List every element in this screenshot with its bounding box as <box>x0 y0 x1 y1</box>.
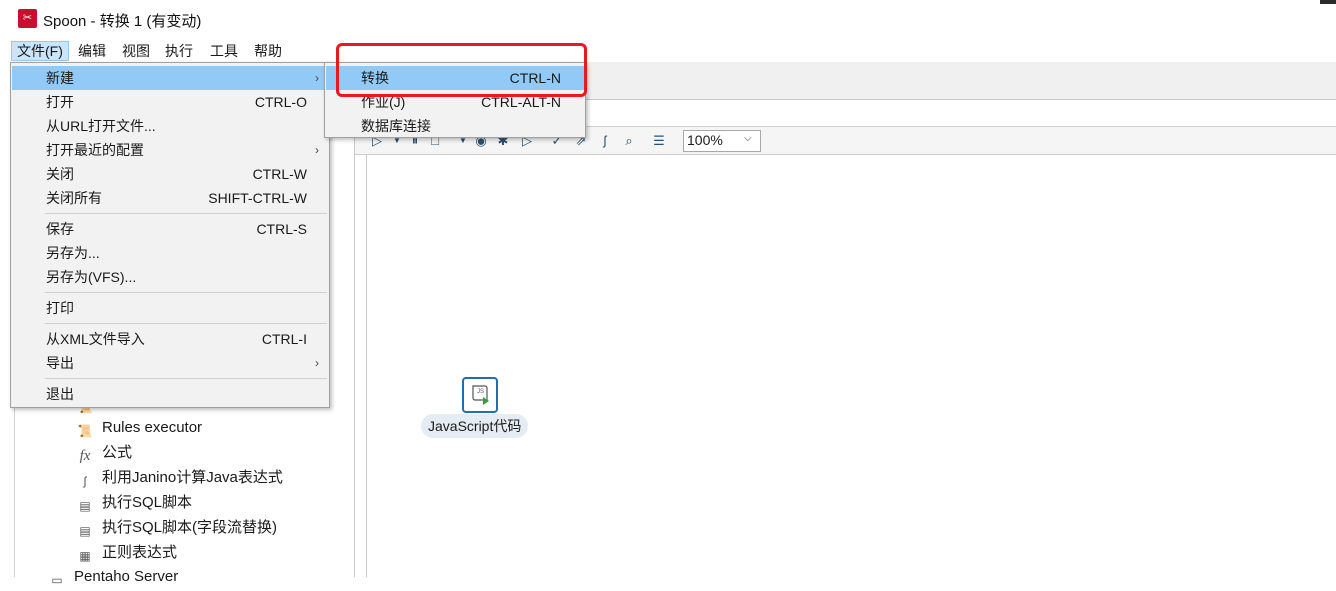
menu-item-save-as-vfs[interactable]: 另存为(VFS)... <box>12 265 329 289</box>
menu-item-exit[interactable]: 退出 <box>12 382 329 406</box>
menu-item-close-all[interactable]: 关闭所有 SHIFT-CTRL-W <box>12 186 329 210</box>
regex-icon: ▦ <box>79 549 91 563</box>
tree-item[interactable]: fx 公式 <box>76 442 132 464</box>
sql-icon[interactable]: ʃ <box>597 133 613 149</box>
menu-item-close[interactable]: 关闭 CTRL-W <box>12 162 329 186</box>
tree-folder[interactable]: ▭ Pentaho Server <box>48 566 178 588</box>
menu-item-import-xml[interactable]: 从XML文件导入 CTRL-I <box>12 327 329 351</box>
menu-item-open[interactable]: 打开 CTRL-O <box>12 90 329 114</box>
fx-icon: fx <box>79 448 91 464</box>
background-window-edge <box>1320 0 1336 4</box>
panel-divider[interactable] <box>354 127 355 577</box>
menu-item-print[interactable]: 打印 <box>12 296 329 320</box>
menu-bar: 文件(F) 编辑 视图 执行 工具 帮助 <box>0 38 1336 62</box>
folder-icon: ▭ <box>51 573 63 587</box>
menu-separator <box>45 378 327 379</box>
sql-script-icon: ▤ <box>79 524 91 538</box>
menu-item-new-db-connection[interactable]: 数据库连接 <box>326 114 585 138</box>
menu-tools[interactable]: 工具 <box>205 41 243 61</box>
menu-help[interactable]: 帮助 <box>249 41 287 61</box>
menu-item-open-url[interactable]: 从URL打开文件... <box>12 114 329 138</box>
menu-separator <box>45 213 327 214</box>
menu-view[interactable]: 视图 <box>117 41 155 61</box>
chevron-right-icon: › <box>315 71 319 85</box>
java-icon: ʃ <box>83 474 87 488</box>
chevron-down-icon[interactable]: ⌵ <box>744 133 752 144</box>
rules-icon: 📜 <box>77 424 93 438</box>
chevron-right-icon: › <box>315 143 319 157</box>
menu-item-save[interactable]: 保存 CTRL-S <box>12 217 329 241</box>
chevron-right-icon: › <box>315 356 319 370</box>
menu-edit[interactable]: 编辑 <box>73 41 111 61</box>
javascript-step-icon[interactable]: JS <box>462 377 498 413</box>
zoom-value: 100% <box>687 132 723 148</box>
menu-item-save-as[interactable]: 另存为... <box>12 241 329 265</box>
tree-item[interactable]: ▦ 正则表达式 <box>76 542 177 564</box>
menu-separator <box>45 292 327 293</box>
menu-file[interactable]: 文件(F) <box>11 41 69 61</box>
tree-item[interactable]: ʃ 利用Janino计算Java表达式 <box>76 467 283 489</box>
transformation-canvas[interactable] <box>366 155 1336 577</box>
annotation-highlight-box <box>336 43 587 97</box>
tree-item[interactable]: ▤ 执行SQL脚本(字段流替换) <box>76 517 277 539</box>
spoon-app-icon: ✂ <box>18 9 37 28</box>
menu-run[interactable]: 执行 <box>160 41 198 61</box>
menu-separator <box>45 323 327 324</box>
show-results-icon[interactable]: ☰ <box>651 133 667 149</box>
menu-item-recent[interactable]: 打开最近的配置 › <box>12 138 329 162</box>
window-title: Spoon - 转换 1 (有变动) <box>43 13 202 30</box>
step-label[interactable]: JavaScript代码 <box>421 414 529 438</box>
svg-text:JS: JS <box>477 389 484 395</box>
file-menu-dropdown: 新建 › 打开 CTRL-O 从URL打开文件... 打开最近的配置 › 关闭 … <box>10 62 330 408</box>
tree-item[interactable]: ▤ 执行SQL脚本 <box>76 492 192 514</box>
menu-item-export[interactable]: 导出 › <box>12 351 329 375</box>
sql-script-icon: ▤ <box>79 499 91 513</box>
tree-item[interactable]: 📜 Rules executor <box>76 417 203 439</box>
explore-db-icon[interactable]: ⌕ <box>621 133 637 149</box>
menu-item-new[interactable]: 新建 › <box>12 66 329 90</box>
